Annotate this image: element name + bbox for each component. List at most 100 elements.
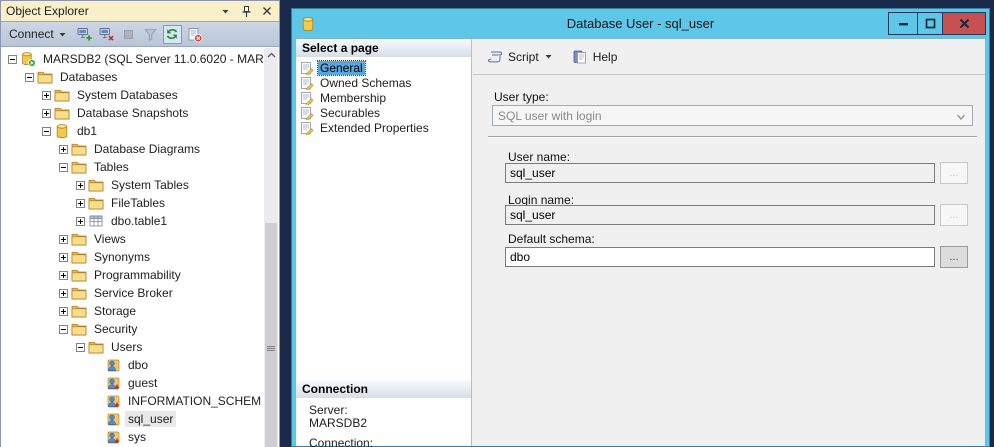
filter-icon[interactable] <box>141 25 160 44</box>
tree-item-label: Service Broker <box>91 285 176 301</box>
collapse-icon[interactable] <box>76 343 85 352</box>
expand-icon[interactable] <box>59 289 68 298</box>
connect-button-label: Connect <box>9 27 54 41</box>
collapse-icon[interactable] <box>25 73 34 82</box>
minimize-button[interactable] <box>889 13 917 34</box>
property-page-icon <box>300 61 314 75</box>
expand-icon[interactable] <box>76 181 85 190</box>
window-position-chevron-icon[interactable] <box>218 4 232 18</box>
select-page-header: Select a page <box>296 39 471 57</box>
expand-icon[interactable] <box>59 145 68 154</box>
page-item-owned-schemas[interactable]: Owned Schemas <box>298 75 470 90</box>
tree-item[interactable]: db1 <box>2 122 264 140</box>
tree-item-label: guest <box>125 375 160 391</box>
chevron-down-icon <box>58 30 67 39</box>
tree-item[interactable]: Synonyms <box>2 248 264 266</box>
page-item-general[interactable]: General <box>298 60 470 75</box>
connection-label: Connection: <box>309 437 469 447</box>
close-button[interactable] <box>942 13 985 34</box>
close-icon[interactable] <box>260 4 274 18</box>
script-button[interactable]: Script <box>484 47 556 67</box>
chevron-down-icon[interactable] <box>544 52 553 61</box>
expand-icon[interactable] <box>59 271 68 280</box>
tree-item[interactable]: Database Snapshots <box>2 104 264 122</box>
user-type-label: User type: <box>494 90 549 104</box>
maximize-button[interactable] <box>917 13 942 34</box>
expand-icon[interactable] <box>59 253 68 262</box>
collapse-icon[interactable] <box>59 163 68 172</box>
tree-item[interactable]: Views <box>2 230 264 248</box>
refresh-icon[interactable] <box>163 25 182 44</box>
default-schema-input[interactable] <box>505 247 935 267</box>
property-page-icon <box>300 106 314 120</box>
tree-item[interactable]: Programmability <box>2 266 264 284</box>
folder-icon <box>71 321 87 337</box>
tree-item[interactable]: MARSDB2 (SQL Server 11.0.6020 - MARSD <box>2 50 264 68</box>
connect-button[interactable]: Connect <box>6 25 72 43</box>
tree-item[interactable]: Storage <box>2 302 264 320</box>
expand-icon[interactable] <box>76 199 85 208</box>
page-item-membership[interactable]: Membership <box>298 90 470 105</box>
connection-info: Server: MARSDB2 Connection: <box>309 404 469 447</box>
tree-item[interactable]: Users <box>2 338 264 356</box>
tree-item[interactable]: dbo <box>2 356 264 374</box>
tree-item[interactable]: INFORMATION_SCHEM <box>2 392 264 410</box>
login-name-browse-button[interactable]: ... <box>940 204 968 226</box>
tree-item-label: INFORMATION_SCHEM <box>125 393 264 409</box>
connect-icon[interactable] <box>75 25 94 44</box>
tree-item[interactable]: Service Broker <box>2 284 264 302</box>
page-item-label: General <box>318 61 365 75</box>
user-name-browse-button[interactable]: ... <box>940 162 968 184</box>
expand-icon[interactable] <box>42 109 51 118</box>
page-item-securables[interactable]: Securables <box>298 105 470 120</box>
disconnect-icon[interactable] <box>97 25 116 44</box>
folder-icon <box>71 141 87 157</box>
tree-item[interactable]: dbo.table1 <box>2 212 264 230</box>
folder-icon <box>37 69 53 85</box>
expand-icon[interactable] <box>59 307 68 316</box>
user-type-combobox[interactable]: SQL user with login <box>492 105 973 126</box>
default-schema-browse-button[interactable]: ... <box>940 246 968 268</box>
stop-icon[interactable] <box>119 25 138 44</box>
object-explorer-title: Object Explorer <box>6 4 218 18</box>
tree-scrollbar[interactable] <box>264 48 278 447</box>
expand-icon[interactable] <box>76 217 85 226</box>
tree-item[interactable]: Security <box>2 320 264 338</box>
page-item-extended-properties[interactable]: Extended Properties <box>298 120 470 135</box>
folder-icon <box>88 177 104 193</box>
tree-item[interactable]: System Databases <box>2 86 264 104</box>
collapse-icon[interactable] <box>8 55 17 64</box>
page-item-label: Owned Schemas <box>318 76 413 90</box>
collapse-icon[interactable] <box>42 127 51 136</box>
tree-item-label: Tables <box>91 159 132 175</box>
tree-item[interactable]: FileTables <box>2 194 264 212</box>
tree-item-label: Storage <box>91 303 139 319</box>
login-name-input[interactable] <box>505 205 935 225</box>
tree-item[interactable]: System Tables <box>2 176 264 194</box>
tree-item-label: MARSDB2 (SQL Server 11.0.6020 - MARSD <box>40 51 264 67</box>
folder-icon <box>71 267 87 283</box>
help-button[interactable]: Help <box>569 47 621 67</box>
folder-icon <box>54 105 70 121</box>
script-error-icon[interactable] <box>185 25 204 44</box>
tree-item[interactable]: Tables <box>2 158 264 176</box>
collapse-icon[interactable] <box>59 325 68 334</box>
tree-item-label: sys <box>125 429 149 445</box>
folder-icon <box>71 231 87 247</box>
scroll-up-icon[interactable] <box>264 48 278 62</box>
script-button-label: Script <box>508 50 539 64</box>
tree-item[interactable]: sys <box>2 428 264 446</box>
tree-item-label: Database Snapshots <box>74 105 191 121</box>
dialog-body: Select a page GeneralOwned SchemasMember… <box>296 38 985 446</box>
tree-item-label: Views <box>91 231 129 247</box>
scrollbar-thumb[interactable] <box>265 223 277 447</box>
tree-item[interactable]: Database Diagrams <box>2 140 264 158</box>
expand-icon[interactable] <box>42 91 51 100</box>
expand-icon[interactable] <box>59 235 68 244</box>
auto-hide-pin-icon[interactable] <box>239 4 253 18</box>
tree-item[interactable]: Databases <box>2 68 264 86</box>
tree-item[interactable]: sql_user <box>2 410 264 428</box>
user-name-input[interactable] <box>505 163 935 183</box>
user-disabled-icon <box>105 375 121 391</box>
tree-item[interactable]: guest <box>2 374 264 392</box>
